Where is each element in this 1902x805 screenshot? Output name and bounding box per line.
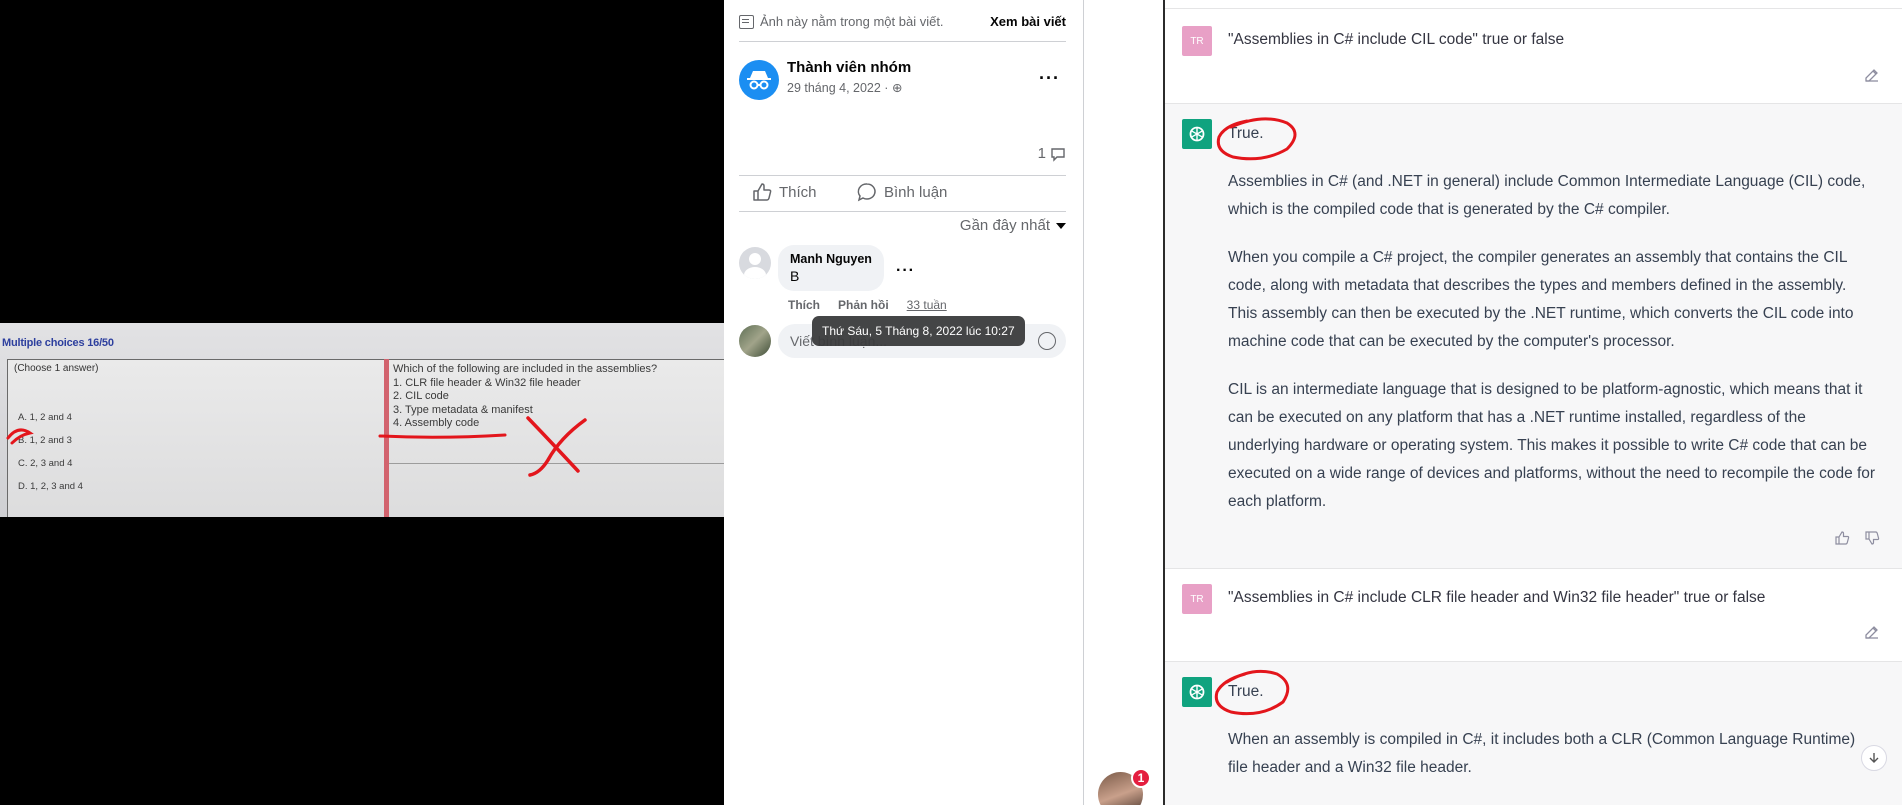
answer-head: True.	[1228, 683, 1264, 700]
exam-photo: Multiple choices 16/50 (Choose 1 answer)…	[0, 323, 724, 517]
post-date[interactable]: 29 tháng 4, 2022 · ⊕	[787, 80, 902, 95]
commenter-name[interactable]: Manh Nguyen	[790, 252, 872, 266]
answer-c: C. 2, 3 and 4	[18, 458, 73, 469]
user-avatar: TR	[1182, 584, 1212, 614]
exam-title: Multiple choices 16/50	[2, 337, 114, 349]
openai-logo-icon	[1182, 119, 1212, 149]
user-message-text: "Assemblies in C# include CLR file heade…	[1228, 589, 1766, 606]
post-note-text: Ảnh này nằm trong một bài viết.	[760, 14, 944, 29]
edit-icon[interactable]	[1864, 624, 1880, 640]
answer-paragraph: CIL is an intermediate language that is …	[1228, 381, 1876, 510]
group-member-avatar[interactable]	[739, 60, 779, 100]
caret-down-icon	[1056, 222, 1066, 229]
openai-logo-icon	[1182, 677, 1212, 707]
like-label: Thích	[779, 183, 817, 201]
answer-paragraph: When an assembly is compiled in C#, it i…	[1228, 731, 1856, 776]
facebook-panel: Ảnh này nằm trong một bài viết. Xem bài …	[724, 0, 1083, 805]
answer-a: A. 1, 2 and 4	[18, 412, 72, 423]
thumbs-down-icon[interactable]	[1864, 530, 1880, 546]
commenter-avatar[interactable]	[739, 247, 771, 279]
current-user-avatar[interactable]	[739, 325, 771, 357]
divider	[739, 175, 1066, 176]
comment-count-text: 1	[1037, 145, 1046, 162]
thumbs-up-icon[interactable]	[1834, 530, 1850, 546]
sort-label: Gần đây nhất	[959, 217, 1050, 234]
comment-bubble-icon	[1051, 147, 1065, 162]
blank-gutter	[1084, 0, 1164, 805]
comment-actions: Thích Phản hồi 33 tuần	[788, 298, 947, 312]
assistant-message-2: True. When an assembly is compiled in C#…	[1165, 662, 1902, 805]
user-message-text: "Assemblies in C# include CIL code" true…	[1228, 31, 1565, 48]
comment-bubble: Manh Nguyen B	[778, 245, 884, 291]
chatgpt-conversation: TR "Assemblies in C# include CIL code" t…	[1165, 0, 1902, 805]
comment-button[interactable]: Bình luận	[857, 182, 947, 202]
assistant-message-1: True. Assemblies in C# (and .NET in gene…	[1165, 104, 1902, 569]
comment-more-icon[interactable]: ···	[896, 262, 915, 280]
comment-reply-link[interactable]: Phản hồi	[838, 298, 889, 312]
more-options-icon[interactable]: ···	[1039, 68, 1060, 89]
photo-viewer: Multiple choices 16/50 (Choose 1 answer)…	[0, 0, 724, 805]
feedback-buttons	[1834, 530, 1880, 546]
public-globe-icon: ⊕	[891, 81, 903, 95]
arrow-down-icon	[1869, 753, 1879, 763]
exam-hline	[389, 463, 724, 464]
post-date-text: 29 tháng 4, 2022 ·	[787, 81, 892, 95]
assistant-message-text: True. When an assembly is compiled in C#…	[1228, 678, 1878, 802]
anonymous-icon	[747, 71, 771, 90]
comment-count[interactable]: 1	[1038, 145, 1066, 162]
chat-top-strip	[1165, 0, 1902, 9]
sort-dropdown[interactable]: Gần đây nhất	[960, 217, 1066, 234]
like-button[interactable]: Thích	[752, 182, 817, 202]
answer-paragraph: Assemblies in C# (and .NET in general) i…	[1228, 173, 1866, 218]
assistant-message-text: True. Assemblies in C# (and .NET in gene…	[1228, 120, 1878, 536]
user-message-1: TR "Assemblies in C# include CIL code" t…	[1165, 9, 1902, 104]
answer-b: B. 1, 2 and 3	[18, 435, 72, 446]
comment-icon	[857, 183, 876, 202]
divider	[739, 41, 1066, 42]
view-post-link[interactable]: Xem bài viết	[990, 14, 1066, 29]
user-message-2: TR "Assemblies in C# include CLR file he…	[1165, 569, 1902, 662]
timestamp-tooltip: Thứ Sáu, 5 Tháng 8, 2022 lúc 10:27	[812, 316, 1025, 346]
comment-label: Bình luận	[884, 183, 948, 201]
sticker-icon[interactable]	[1038, 332, 1056, 350]
answer-d: D. 1, 2, 3 and 4	[18, 481, 83, 492]
notification-badge: 1	[1131, 768, 1151, 788]
thumbs-up-icon	[753, 183, 772, 201]
answer-head: True.	[1228, 125, 1264, 142]
author-name[interactable]: Thành viên nhóm	[787, 59, 911, 76]
scroll-down-button[interactable]	[1861, 745, 1887, 771]
exam-instruction: (Choose 1 answer)	[14, 363, 99, 374]
post-note: Ảnh này nằm trong một bài viết.	[739, 14, 944, 29]
edit-icon[interactable]	[1864, 67, 1880, 83]
exam-question: Which of the following are included in t…	[393, 363, 658, 429]
exam-divider	[384, 359, 389, 517]
user-avatar: TR	[1182, 26, 1212, 56]
comment-like-link[interactable]: Thích	[788, 298, 820, 312]
comment-time-link[interactable]: 33 tuần	[907, 298, 947, 312]
article-icon	[739, 14, 754, 29]
divider	[739, 211, 1066, 212]
comment-text: B	[790, 268, 800, 284]
answer-paragraph: When you compile a C# project, the compi…	[1228, 249, 1854, 350]
